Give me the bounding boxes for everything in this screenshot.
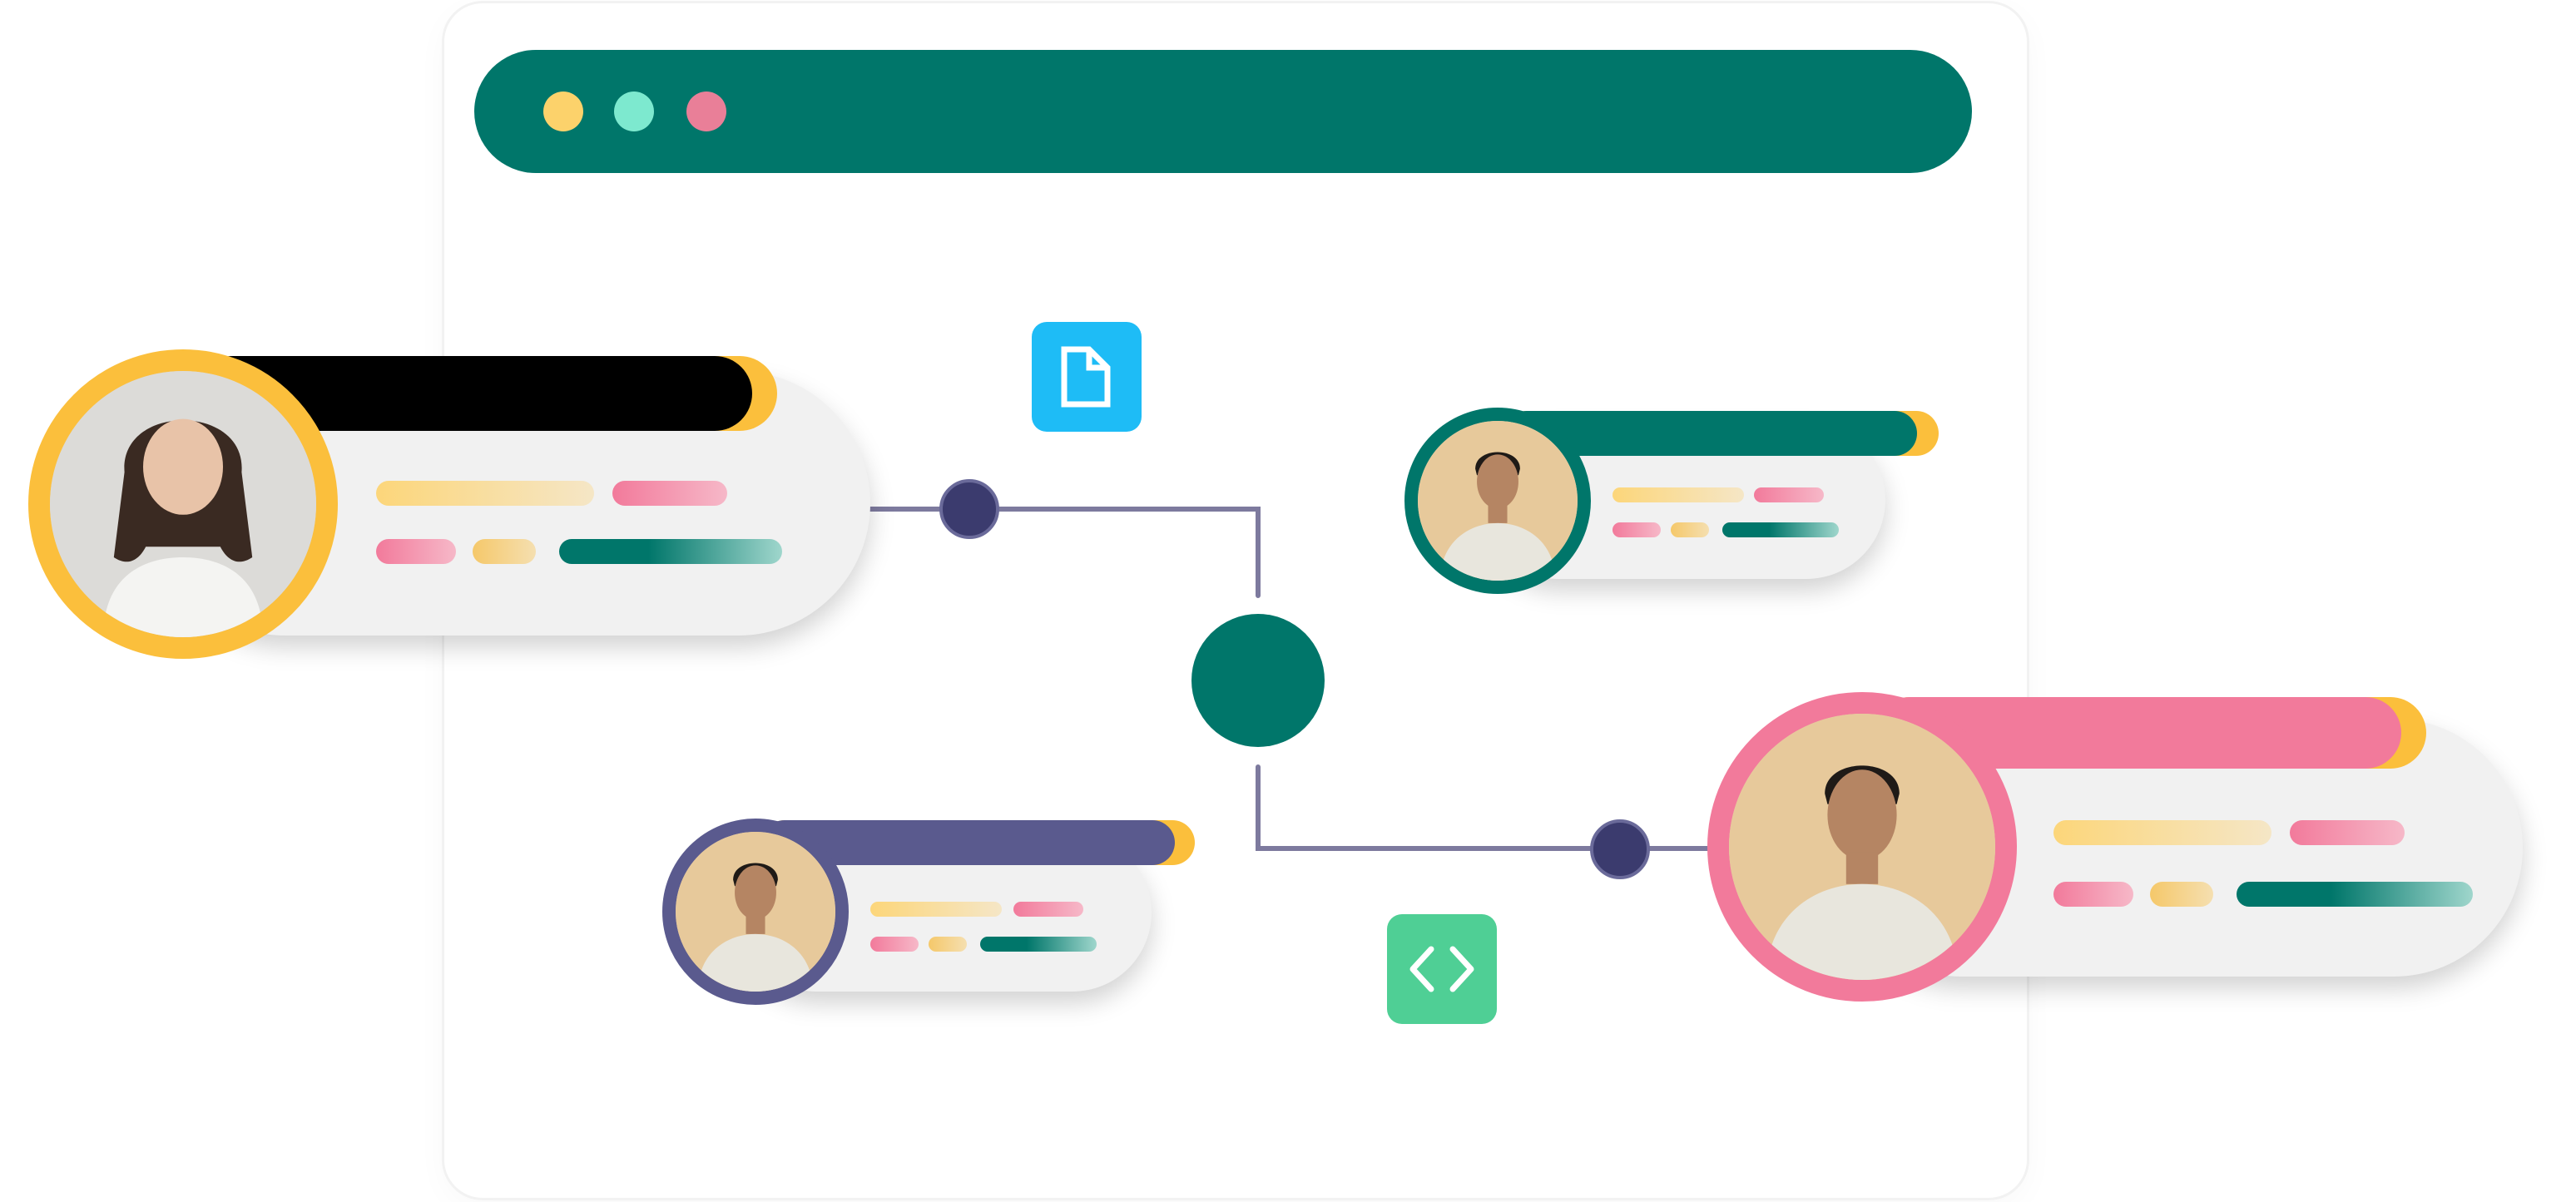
- info-bar: [1612, 487, 1744, 502]
- man-portrait-image: [1418, 421, 1578, 581]
- info-bar: [2150, 882, 2213, 907]
- info-bar: [559, 539, 782, 564]
- info-bar: [376, 539, 456, 564]
- woman-portrait-image: [50, 371, 316, 637]
- info-bar: [1671, 522, 1709, 537]
- profile-card-1[interactable]: [28, 349, 870, 665]
- avatar[interactable]: [1707, 692, 2017, 1002]
- info-bar: [473, 539, 536, 564]
- profile-card-4[interactable]: [1707, 692, 2539, 1008]
- code-tile[interactable]: [1387, 914, 1497, 1024]
- info-bar: [2053, 882, 2133, 907]
- man-portrait-image: [1729, 714, 1995, 980]
- info-bar: [2290, 820, 2405, 845]
- document-tile[interactable]: [1032, 322, 1142, 432]
- info-bar: [1612, 522, 1661, 537]
- info-bar: [2237, 882, 2473, 907]
- profile-card-2[interactable]: [1404, 408, 1939, 595]
- avatar[interactable]: [1404, 408, 1591, 594]
- info-bar: [376, 481, 594, 506]
- info-bar: [1722, 522, 1839, 537]
- profile-card-3[interactable]: [662, 815, 1195, 1005]
- info-bar: [870, 937, 919, 952]
- info-bar: [929, 937, 967, 952]
- man-portrait-image: [676, 832, 835, 992]
- code-brackets-icon: [1409, 946, 1474, 992]
- info-bar: [870, 902, 1002, 917]
- info-bar: [1013, 902, 1083, 917]
- node-dot-left: [939, 479, 999, 539]
- info-bar: [980, 937, 1097, 952]
- info-bar: [612, 481, 727, 506]
- hub-circle: [1191, 614, 1325, 747]
- info-bar: [2053, 820, 2271, 845]
- info-bar: [1754, 487, 1824, 502]
- node-dot-right: [1590, 819, 1650, 879]
- avatar[interactable]: [28, 349, 338, 659]
- avatar[interactable]: [662, 819, 849, 1005]
- document-icon: [1061, 346, 1111, 408]
